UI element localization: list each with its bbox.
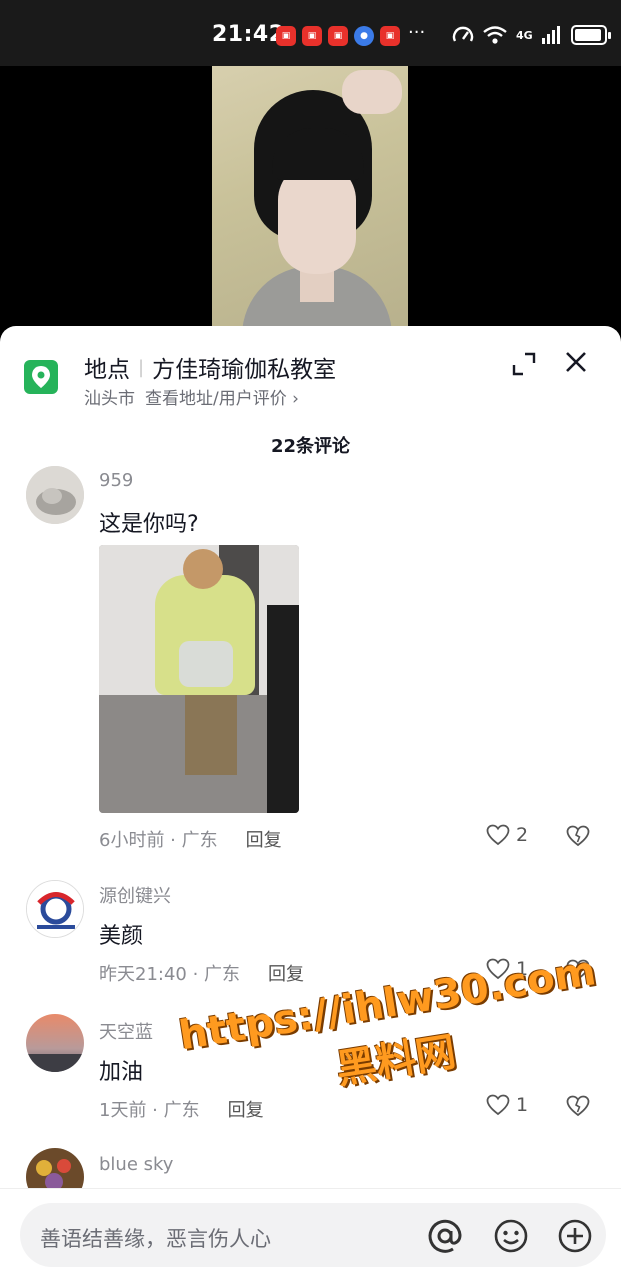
status-bar: 21:42 ▣ ▣ ▣ ● ▣ ··· 4G	[0, 0, 621, 66]
comment-image[interactable]	[99, 545, 299, 813]
system-indicators: 4G	[452, 25, 611, 45]
app-notification-icon: ▣	[276, 26, 296, 46]
location-pin-icon	[24, 360, 58, 394]
comment-input[interactable]: 善语结善缘，恶言伤人心	[20, 1203, 606, 1267]
reply-button[interactable]: 回复	[268, 960, 304, 986]
comment-username[interactable]: blue sky	[99, 1154, 173, 1175]
comment-text: 美颜	[99, 924, 144, 949]
wifi-icon	[483, 26, 507, 44]
expand-icon[interactable]	[510, 350, 538, 378]
like-count: 1	[516, 1094, 529, 1116]
like-button[interactable]: 1	[486, 1094, 528, 1116]
broken-heart-icon[interactable]	[566, 824, 590, 848]
comment-username[interactable]: 959	[99, 470, 133, 491]
comment-username[interactable]: 源创键兴	[99, 882, 171, 908]
comment-input-placeholder: 善语结善缘，恶言伤人心	[40, 1227, 271, 1251]
comment-username[interactable]: 天空蓝	[99, 1018, 153, 1044]
image-person-head	[183, 549, 223, 589]
speed-icon	[452, 26, 474, 42]
separator: |	[138, 356, 145, 378]
comment-input-bar: 善语结善缘，恶言伤人心	[0, 1188, 621, 1280]
mention-icon[interactable]	[426, 1217, 464, 1255]
avatar[interactable]	[26, 880, 84, 938]
close-icon[interactable]	[562, 348, 590, 376]
image-second-person	[267, 605, 299, 813]
like-button[interactable]: 2	[486, 824, 528, 846]
notification-icons: ▣ ▣ ▣ ● ▣	[276, 26, 400, 46]
comment-text: 这是你吗?	[99, 512, 199, 537]
battery-icon	[570, 25, 611, 45]
app-notification-icon: ▣	[328, 26, 348, 46]
video-frame	[212, 66, 408, 336]
avatar[interactable]	[26, 1014, 84, 1072]
signal-icon	[541, 26, 560, 44]
comment-count: 22条评论	[270, 436, 351, 457]
app-root: 21:42 ▣ ▣ ▣ ● ▣ ··· 4G 地点 | 方佳琦瑜伽私教室 汕头市…	[0, 0, 621, 1280]
plus-icon[interactable]	[556, 1217, 594, 1255]
more-notifications-icon: ···	[408, 22, 426, 43]
app-notification-icon: ●	[354, 26, 374, 46]
location-label: 地点	[84, 357, 130, 383]
image-person-pants	[185, 685, 237, 775]
video-player[interactable]	[0, 66, 621, 336]
broken-heart-icon[interactable]	[566, 1094, 590, 1118]
app-notification-icon: ▣	[380, 26, 400, 46]
video-figure-hand	[342, 70, 402, 114]
status-time: 21:42	[212, 22, 285, 47]
emoji-icon[interactable]	[492, 1217, 530, 1255]
location-name: 方佳琦瑜伽私教室	[152, 357, 337, 383]
location-header[interactable]: 地点 | 方佳琦瑜伽私教室 汕头市 查看地址/用户评价 ›	[0, 326, 621, 416]
like-count: 2	[516, 824, 529, 846]
reply-button[interactable]: 回复	[246, 826, 282, 852]
location-title[interactable]: 地点 | 方佳琦瑜伽私教室	[84, 350, 336, 384]
heart-icon	[486, 1094, 510, 1116]
location-link[interactable]: 查看地址/用户评价 ›	[145, 389, 299, 409]
image-bag	[179, 641, 233, 687]
comment-time: 1天前 · 广东	[99, 1100, 200, 1121]
location-subtitle[interactable]: 汕头市 查看地址/用户评价 ›	[84, 384, 299, 409]
avatar[interactable]	[26, 466, 84, 524]
app-notification-icon: ▣	[302, 26, 322, 46]
comment-time: 昨天21:40 · 广东	[99, 964, 241, 985]
comment-meta: 昨天21:40 · 广东 回复	[99, 960, 304, 986]
comment-time: 6小时前 · 广东	[99, 830, 218, 851]
comment-meta: 6小时前 · 广东 回复	[99, 826, 282, 852]
network-type: 4G	[516, 28, 533, 42]
comment-sheet: 地点 | 方佳琦瑜伽私教室 汕头市 查看地址/用户评价 › 22条评论 959 …	[0, 326, 621, 1280]
comment-text: 加油	[99, 1060, 144, 1085]
heart-icon	[486, 824, 510, 846]
location-city: 汕头市	[84, 389, 135, 409]
